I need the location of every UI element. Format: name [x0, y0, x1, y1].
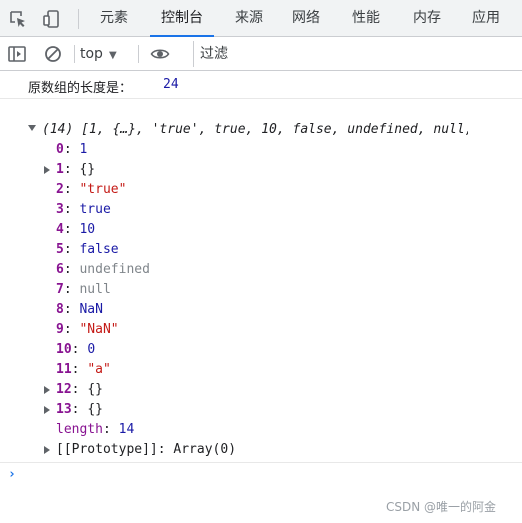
- tab-6[interactable]: 应用: [465, 0, 507, 37]
- console-prompt-divider: [0, 462, 522, 463]
- array-item-row: 8: NaN: [56, 302, 103, 317]
- array-item-row: 10: 0: [56, 342, 96, 357]
- prototype-key: [[Prototype]]: [56, 442, 158, 457]
- array-preview-item: true: [214, 122, 246, 137]
- array-preview-item: 'true': [151, 122, 199, 137]
- context-selector-label: top: [80, 46, 103, 62]
- array-item-key: 1: [56, 162, 64, 177]
- live-expression-eye-icon[interactable]: [150, 44, 170, 64]
- array-item-key: 7: [56, 282, 64, 297]
- array-item-key: 3: [56, 202, 64, 217]
- array-item-key: 12: [56, 382, 72, 397]
- array-item-key: 13: [56, 402, 72, 417]
- array-preview-item: undefined: [347, 122, 418, 137]
- tab-4[interactable]: 性能: [345, 0, 387, 37]
- array-item-key: 9: [56, 322, 64, 337]
- array-item-value: {}: [87, 382, 103, 397]
- devtools-tab-bar: 元素 控制台 来源 网络 性能 内存 应用: [0, 0, 522, 37]
- array-item-key: 2: [56, 182, 64, 197]
- expand-triangle-icon[interactable]: [44, 406, 50, 414]
- array-item-key: 11: [56, 362, 72, 377]
- array-item-value: undefined: [79, 262, 150, 277]
- toolbar-divider: [74, 45, 75, 63]
- chevron-down-icon: ▼: [108, 50, 117, 61]
- tab-2[interactable]: 来源: [228, 0, 270, 37]
- array-item-key: 6: [56, 262, 64, 277]
- array-item-row[interactable]: 1: {}: [44, 160, 96, 180]
- array-item-key: 10: [56, 342, 72, 357]
- array-item-row: 7: null: [56, 282, 111, 297]
- toolbar-divider: [78, 9, 79, 29]
- expand-triangle-icon[interactable]: [44, 166, 50, 174]
- bracket: [: [81, 122, 89, 137]
- array-item-value: "a": [87, 362, 111, 377]
- sidebar-toggle-icon[interactable]: [7, 44, 27, 64]
- array-item-key: 8: [56, 302, 64, 317]
- length-value: 14: [118, 422, 135, 437]
- array-item-value: 1: [79, 142, 88, 157]
- log-message-value: 24: [163, 77, 179, 92]
- array-item-key: 0: [56, 142, 64, 157]
- array-item-row: 2: "true": [56, 182, 127, 197]
- inspect-element-icon[interactable]: [8, 9, 28, 29]
- toolbar-divider: [138, 45, 139, 63]
- array-preview-item: 10: [261, 122, 277, 137]
- log-message-text: 原数组的长度是：: [28, 81, 133, 96]
- prototype-row[interactable]: [[Prototype]]: Array(0): [44, 440, 237, 460]
- expand-triangle-icon[interactable]: [44, 446, 50, 454]
- clear-console-icon[interactable]: [43, 44, 63, 64]
- array-item-value: {}: [87, 402, 103, 417]
- prototype-value: Array(0): [173, 442, 237, 457]
- array-item-value: true: [79, 202, 111, 217]
- array-preview-item: {…}: [112, 122, 136, 137]
- array-item-row[interactable]: 13: {}: [44, 400, 103, 420]
- array-length-row: length: 14: [56, 422, 135, 437]
- console-toolbar: top ▼: [0, 37, 522, 71]
- array-count: (14): [42, 122, 74, 137]
- array-item-value: {}: [79, 162, 96, 177]
- array-item-key: 4: [56, 222, 64, 237]
- array-summary[interactable]: (14) [1, {…}, 'true', true, 10, false, u…: [28, 120, 468, 140]
- console-prompt-icon[interactable]: ›: [8, 467, 16, 482]
- array-preview-item: false: [292, 122, 332, 137]
- context-selector[interactable]: top ▼: [80, 44, 117, 64]
- array-item-row: 3: true: [56, 202, 111, 217]
- array-item-value: NaN: [79, 302, 103, 317]
- array-item-row: 11: "a": [56, 362, 111, 377]
- tab-3[interactable]: 网络: [285, 0, 327, 37]
- expand-triangle-icon[interactable]: [28, 125, 36, 131]
- array-preview-item: 1: [88, 122, 97, 137]
- expand-triangle-icon[interactable]: [44, 386, 50, 394]
- array-item-row[interactable]: 12: {}: [44, 380, 103, 400]
- tab-1[interactable]: 控制台: [150, 0, 214, 37]
- array-item-value: "true": [79, 182, 127, 197]
- filter-input[interactable]: [193, 41, 522, 67]
- array-item-row: 5: false: [56, 242, 119, 257]
- watermark: CSDN @唯一的阿金: [386, 500, 497, 514]
- array-item-value: "NaN": [79, 322, 119, 337]
- array-item-value: null: [79, 282, 111, 297]
- array-item-value: 10: [79, 222, 96, 237]
- array-item-row: 9: "NaN": [56, 322, 119, 337]
- array-item-value: 0: [87, 342, 96, 357]
- console-message-row: 原数组的长度是： 24: [0, 71, 522, 99]
- tab-0[interactable]: 元素: [94, 0, 134, 37]
- array-item-row: 4: 10: [56, 222, 96, 237]
- tab-5[interactable]: 内存: [406, 0, 448, 37]
- device-toolbar-icon[interactable]: [42, 9, 62, 29]
- array-item-value: false: [79, 242, 119, 257]
- array-item-row: 0: 1: [56, 142, 88, 157]
- array-preview-item: null: [433, 122, 465, 137]
- length-key: length: [56, 422, 103, 437]
- array-item-key: 5: [56, 242, 64, 257]
- array-item-row: 6: undefined: [56, 262, 150, 277]
